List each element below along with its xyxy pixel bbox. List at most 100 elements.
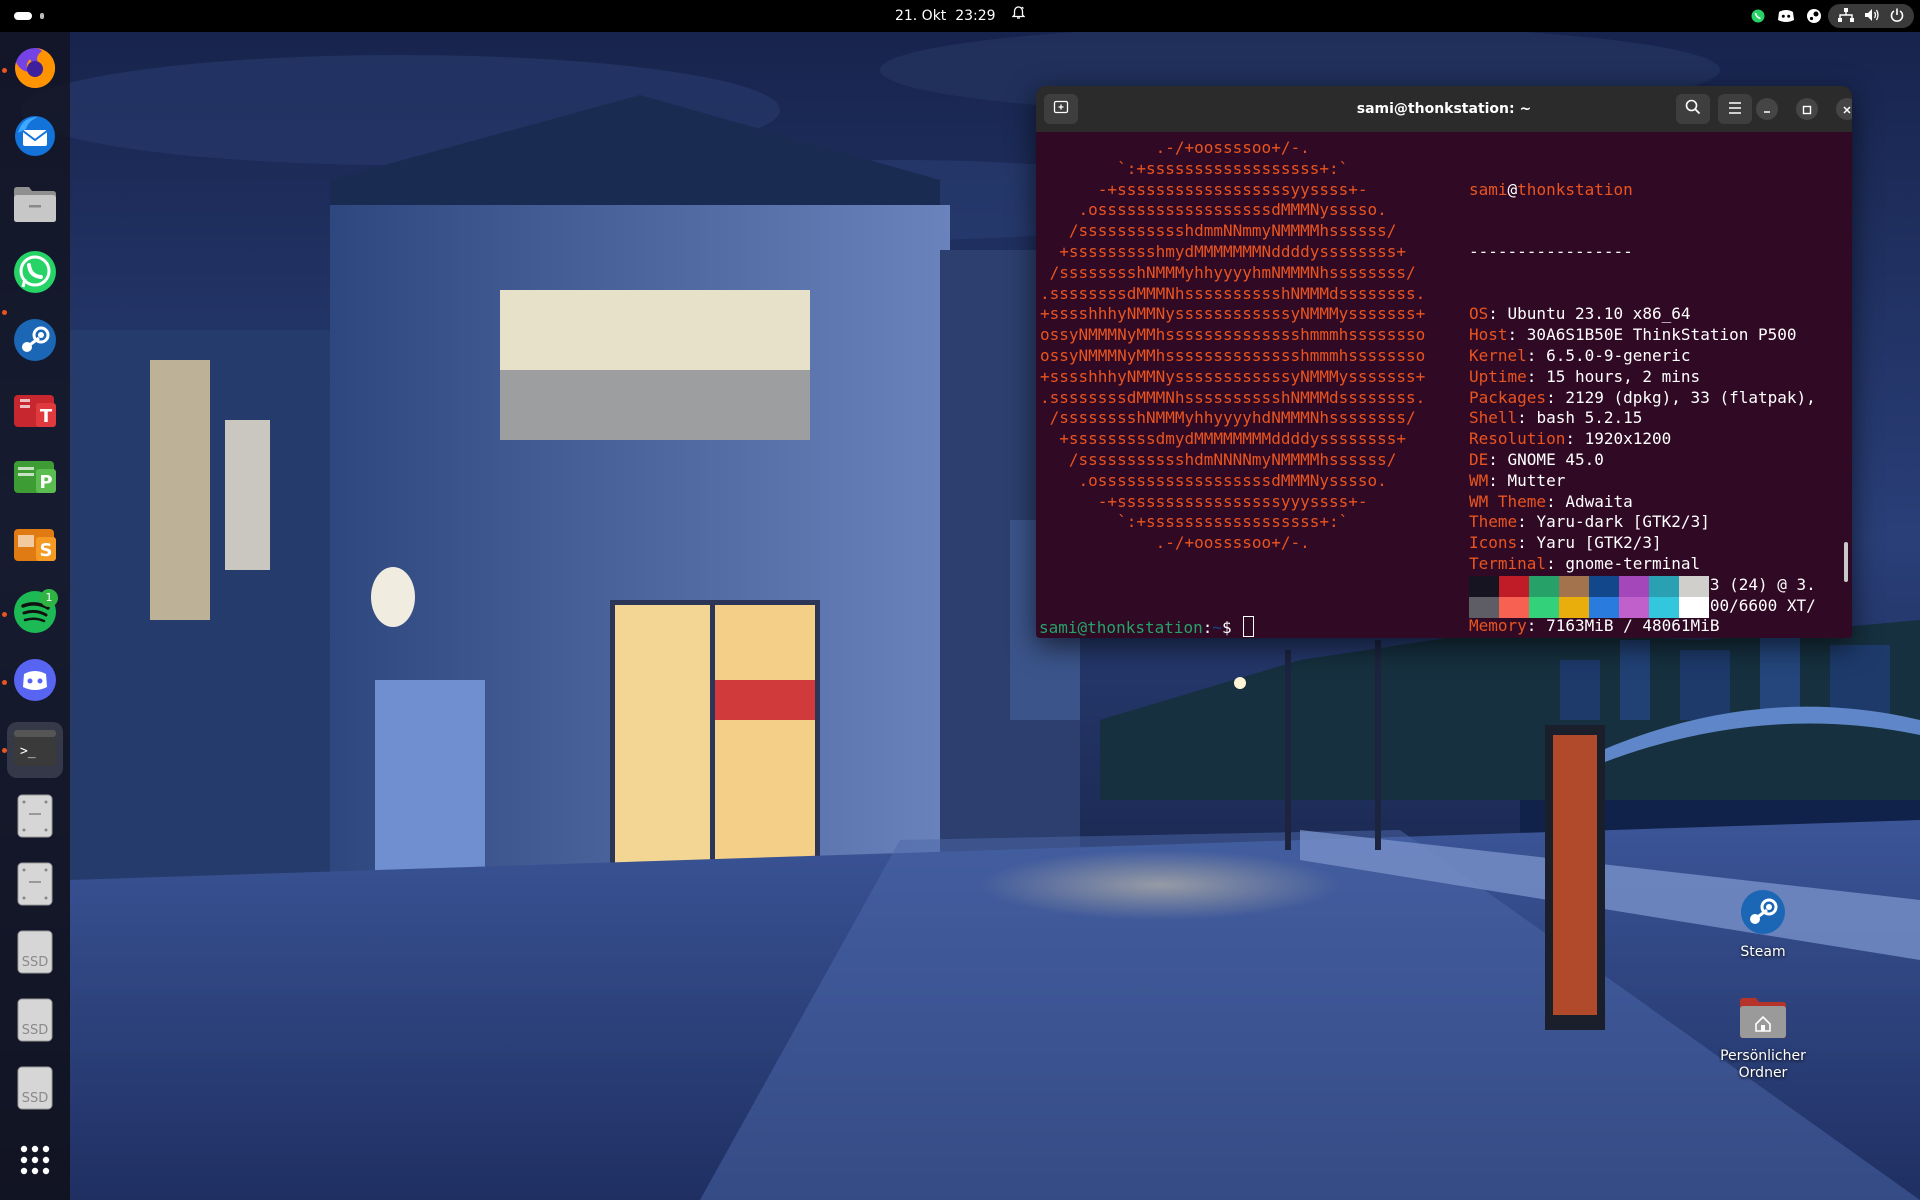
neofetch-user: sami bbox=[1469, 179, 1508, 199]
ascii-line: .ssssssssdMMMNhsssssssssshNMMMdssssssss. bbox=[1040, 387, 1426, 407]
neofetch-key: WM bbox=[1469, 470, 1489, 490]
dock-firefox[interactable] bbox=[2, 42, 63, 98]
neofetch-row: Icons: Yaru [GTK2/3] bbox=[1469, 533, 1816, 554]
dock-thunderbird[interactable] bbox=[7, 110, 63, 166]
color-swatch bbox=[1469, 597, 1499, 618]
neofetch-colon: : bbox=[1517, 533, 1537, 553]
shell-prompt[interactable]: sami@thonkstation:~$ bbox=[1039, 616, 1255, 638]
notification-badge: 1 bbox=[40, 589, 58, 607]
neofetch-key: Resolution bbox=[1469, 429, 1566, 449]
dock-terminal[interactable]: >_ bbox=[2, 722, 63, 778]
neofetch-key: WM Theme bbox=[1469, 491, 1547, 511]
dock-textmaker[interactable]: T bbox=[7, 382, 63, 438]
volume-icon bbox=[1864, 7, 1880, 26]
ascii-line: /ssssssssssshdmNNNNmyNMMMMhssssss/ bbox=[1040, 449, 1397, 469]
dock-planmaker[interactable]: P bbox=[7, 450, 63, 506]
clock-time: 23:29 bbox=[955, 8, 996, 24]
neofetch-at: @ bbox=[1507, 179, 1518, 199]
ascii-line: .ssssssssdMMMNhsssssssssshNMMMdssssssss. bbox=[1040, 283, 1426, 303]
new-tab-button[interactable] bbox=[1044, 94, 1078, 124]
ascii-line: /sssssssshNMMMyhhyyyyhmNMMMNhssssssss/ bbox=[1040, 262, 1416, 282]
neofetch-row: Terminal: gnome-terminal bbox=[1469, 554, 1816, 575]
ascii-line: .ossssssssssssssssssdMMMNysssso. bbox=[1040, 200, 1387, 220]
color-swatch bbox=[1649, 597, 1679, 618]
dock-drive-2[interactable] bbox=[7, 858, 63, 914]
neofetch-colon: : bbox=[1546, 491, 1566, 511]
terminal-glyph: >_ bbox=[20, 744, 36, 759]
neofetch-colon: : bbox=[1546, 387, 1566, 407]
drive-icon bbox=[15, 793, 55, 843]
neofetch-value: Mutter bbox=[1507, 470, 1566, 490]
color-swatch bbox=[1529, 576, 1559, 597]
color-swatch bbox=[1499, 597, 1529, 618]
desktop-icon-home-folder[interactable]: Persönlicher Ordner bbox=[1713, 994, 1813, 1082]
neofetch-row: Host: 30A6S1B50E ThinkStation P500 bbox=[1469, 325, 1816, 346]
presentations-icon: S bbox=[12, 521, 58, 571]
neofetch-key: Terminal bbox=[1469, 553, 1547, 573]
ascii-line: `:+ssssssssssssssssss+:` bbox=[1040, 512, 1349, 532]
ascii-line: -+ssssssssssssssssssyyssss+- bbox=[1040, 179, 1368, 199]
neofetch-value: Yaru [GTK2/3] bbox=[1536, 533, 1662, 553]
terminal-headerbar[interactable]: sami@thonkstation: ~ bbox=[1036, 86, 1852, 132]
dock-ssd-3[interactable]: SSD bbox=[7, 1062, 63, 1118]
power-icon bbox=[1890, 7, 1904, 26]
ssd-icon: SSD bbox=[15, 929, 55, 979]
neofetch-value: GNOME 45.0 bbox=[1507, 449, 1604, 469]
maximize-button[interactable] bbox=[1796, 98, 1818, 120]
whatsapp-tray-icon[interactable] bbox=[1744, 0, 1772, 32]
minimize-icon bbox=[1762, 100, 1772, 119]
svg-text:S: S bbox=[40, 540, 53, 561]
ascii-line: +sssssssssdmydMMMMMMMMddddyssssssss+ bbox=[1040, 429, 1407, 449]
firefox-icon bbox=[12, 45, 58, 95]
dock-ssd-2[interactable]: SSD bbox=[7, 994, 63, 1050]
close-button[interactable] bbox=[1836, 98, 1852, 120]
terminal-icon: >_ bbox=[12, 728, 58, 772]
running-indicator bbox=[2, 68, 7, 73]
dock-ssd-1[interactable]: SSD bbox=[7, 926, 63, 982]
steam-tray-icon[interactable] bbox=[1800, 0, 1828, 32]
neofetch-row: Uptime: 15 hours, 2 mins bbox=[1469, 367, 1816, 388]
neofetch-value: 2129 (dpkg), 33 (flatpak), bbox=[1565, 387, 1816, 407]
planmaker-icon: P bbox=[12, 453, 58, 503]
neofetch-colon: : bbox=[1526, 616, 1547, 636]
dock-spotify[interactable]: 1 bbox=[2, 586, 63, 642]
dock-steam[interactable] bbox=[2, 310, 63, 370]
neofetch-key: DE bbox=[1469, 449, 1489, 469]
folder-icon bbox=[12, 184, 58, 228]
discord-icon bbox=[12, 657, 58, 707]
menu-button[interactable] bbox=[1718, 94, 1752, 124]
dock-presentations[interactable]: S bbox=[7, 518, 63, 574]
discord-tray-icon[interactable] bbox=[1772, 0, 1800, 32]
system-menu-button[interactable] bbox=[1828, 4, 1914, 28]
ssd-icon: SSD bbox=[15, 997, 55, 1047]
dock-files[interactable] bbox=[7, 178, 63, 234]
bell-icon bbox=[1011, 1, 1026, 33]
neofetch-colon: : bbox=[1488, 449, 1508, 469]
dock-whatsapp[interactable] bbox=[7, 246, 63, 302]
prompt-path: ~ bbox=[1212, 618, 1223, 637]
neofetch-value: Yaru-dark [GTK2/3] bbox=[1536, 512, 1710, 532]
neofetch-colon: : bbox=[1517, 408, 1537, 428]
show-apps-button[interactable] bbox=[7, 1134, 63, 1190]
minimize-button[interactable] bbox=[1756, 98, 1778, 120]
neofetch-value: gnome-terminal bbox=[1565, 553, 1701, 573]
terminal-content[interactable]: .-/+oossssoo+/-. `:+ssssssssssssssssss+:… bbox=[1036, 132, 1852, 638]
terminal-scrollbar[interactable] bbox=[1844, 542, 1848, 582]
dock-drive-1[interactable] bbox=[7, 790, 63, 846]
neofetch-title: sami@thonkstation bbox=[1469, 180, 1816, 201]
dock-discord[interactable] bbox=[2, 654, 63, 710]
terminal-window[interactable]: sami@thonkstation: ~ .-/+oossssoo+/-. `:… bbox=[1036, 86, 1852, 638]
neofetch-colon: : bbox=[1546, 553, 1566, 573]
neofetch-info: sami@thonkstation ----------------- OS: … bbox=[1469, 138, 1816, 638]
search-button[interactable] bbox=[1676, 94, 1710, 124]
color-swatch bbox=[1559, 576, 1589, 597]
svg-text:P: P bbox=[39, 472, 52, 493]
clock-button[interactable]: 21. Okt 23:29 bbox=[0, 0, 1920, 32]
ssd-label: SSD bbox=[22, 1091, 49, 1106]
neofetch-key: OS bbox=[1469, 304, 1489, 324]
neofetch-colon: : bbox=[1517, 512, 1537, 532]
neofetch-row: Shell: bash 5.2.15 bbox=[1469, 408, 1816, 429]
desktop-icon-steam[interactable]: Steam bbox=[1713, 888, 1813, 961]
ascii-line: `:+ssssssssssssssssss+:` bbox=[1040, 158, 1349, 178]
neofetch-value: 6.5.0-9-generic bbox=[1546, 345, 1691, 365]
